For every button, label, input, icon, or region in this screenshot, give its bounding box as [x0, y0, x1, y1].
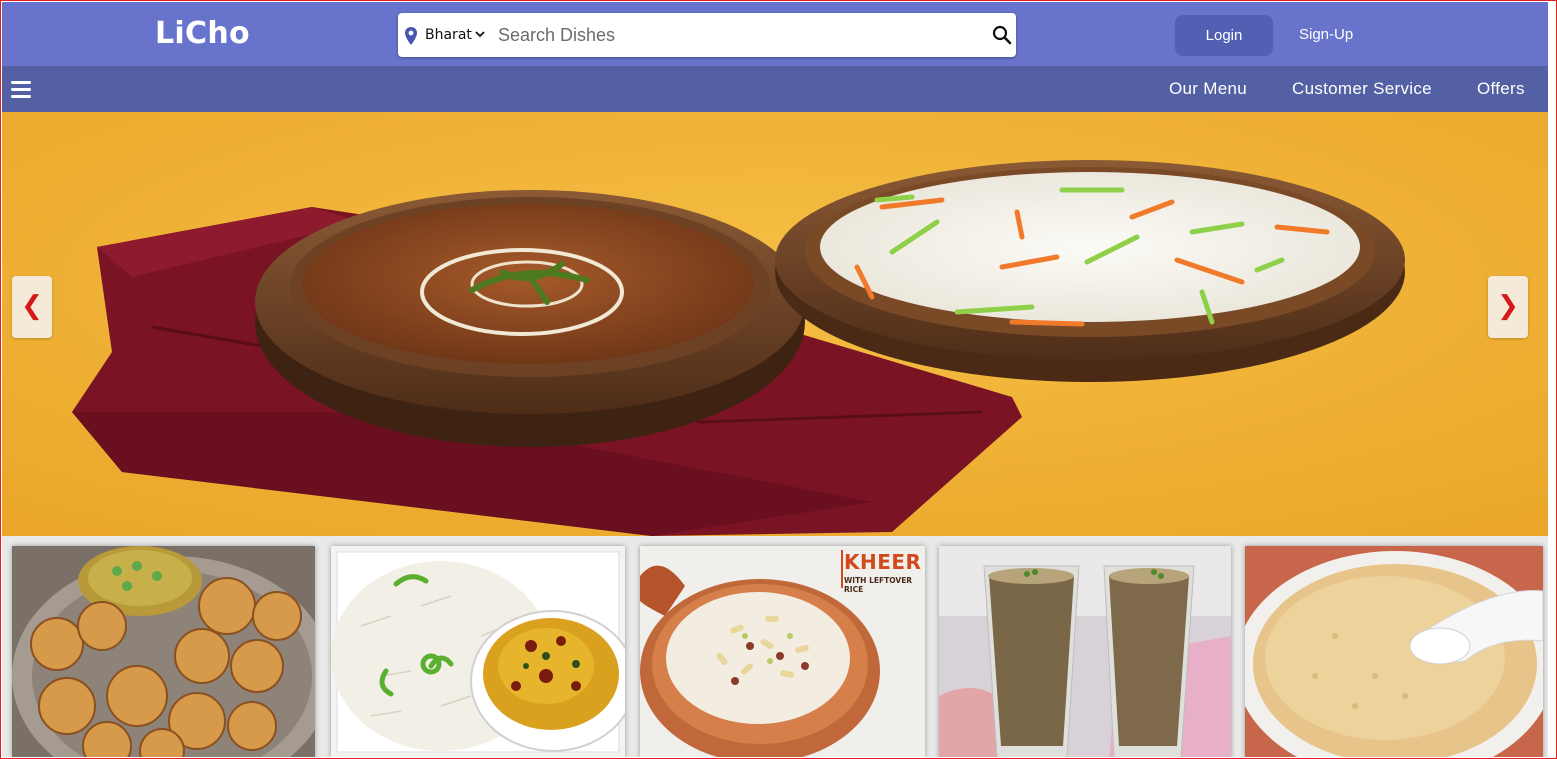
- nav-customer-service[interactable]: Customer Service: [1292, 79, 1432, 99]
- search-icon[interactable]: [992, 25, 1012, 45]
- kheer-label-bar: [841, 550, 843, 588]
- dish-image-baati: [12, 546, 315, 757]
- dish-card-baati[interactable]: [12, 546, 315, 757]
- location-pin-icon: [405, 27, 417, 45]
- hero-carousel: ❮ ❯: [2, 112, 1548, 536]
- location-selector[interactable]: Bharat: [398, 13, 490, 57]
- site-logo[interactable]: LiCho: [155, 16, 250, 51]
- dish-card-dal-rice[interactable]: [331, 546, 625, 757]
- location-label: Bharat: [425, 27, 472, 43]
- kheer-sublabel: WITH LEFTOVER RICE: [844, 576, 913, 594]
- dish-image-drink: [939, 546, 1231, 757]
- nav-bar: Our Menu Customer Service Offers: [2, 66, 1548, 112]
- dish-card-powder[interactable]: [1245, 546, 1543, 757]
- nav-offers[interactable]: Offers: [1477, 79, 1525, 99]
- carousel-next-button[interactable]: ❯: [1488, 276, 1528, 338]
- signup-link[interactable]: Sign-Up: [1299, 26, 1353, 43]
- search-input[interactable]: [498, 21, 968, 49]
- dish-image-powder: [1245, 546, 1543, 757]
- kheer-label: KHEER: [844, 550, 922, 574]
- dish-thumbnails: KHEER WITH LEFTOVER RICE: [2, 536, 1548, 757]
- carousel-prev-button[interactable]: ❮: [12, 276, 52, 338]
- login-button[interactable]: Login: [1175, 15, 1273, 56]
- search-bar: Bharat: [398, 13, 1016, 57]
- hero-image-dal-rice: [2, 112, 1548, 536]
- dish-card-kheer[interactable]: KHEER WITH LEFTOVER RICE: [640, 546, 925, 757]
- top-header: LiCho Bharat Login Sign-Up: [2, 2, 1548, 66]
- dish-card-drink[interactable]: [939, 546, 1231, 757]
- hamburger-menu-icon[interactable]: [11, 81, 31, 99]
- chevron-down-icon: [475, 31, 485, 38]
- nav-our-menu[interactable]: Our Menu: [1169, 79, 1247, 99]
- dish-image-dal-rice: [331, 546, 625, 757]
